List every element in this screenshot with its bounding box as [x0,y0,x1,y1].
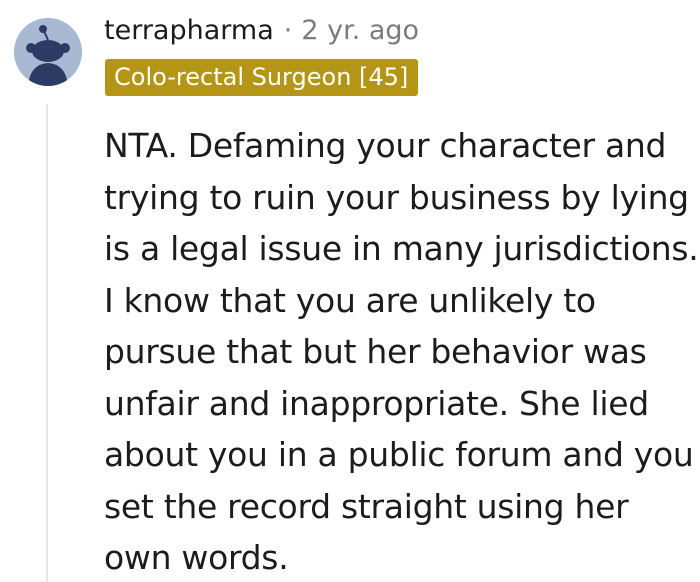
comment-body-line: own words. [104,538,289,577]
thread-collapse-line[interactable] [46,104,48,582]
comment-body-line: trying to ruin your business by lying [104,177,689,217]
user-flair: Colo-rectal Surgeon [45] [105,59,419,96]
comment-body-line: unfair and inappropriate. She lied [104,383,649,423]
comment-body-line: pursue that but her behavior was [104,332,647,371]
snoo-avatar-icon[interactable] [14,18,82,86]
username[interactable]: terrapharma [104,15,274,46]
comment-meta: terrapharma · 2 yr. ago [104,12,419,48]
comment-body: NTA. Defaming your character and trying … [104,120,699,582]
comment: terrapharma · 2 yr. ago Colo-rectal Surg… [0,0,700,582]
comment-body-line: about you in a public forum and you [104,435,694,474]
timestamp[interactable]: 2 yr. ago [301,15,419,46]
comment-body-line: set the record straight using her [104,486,629,526]
comment-body-line: I know that you are unlikely to [104,280,596,320]
comment-body-line: is a legal issue in many jurisdictions. [104,229,699,268]
meta-separator: · [283,14,293,46]
comment-body-line: NTA. Defaming your character and [104,126,667,165]
